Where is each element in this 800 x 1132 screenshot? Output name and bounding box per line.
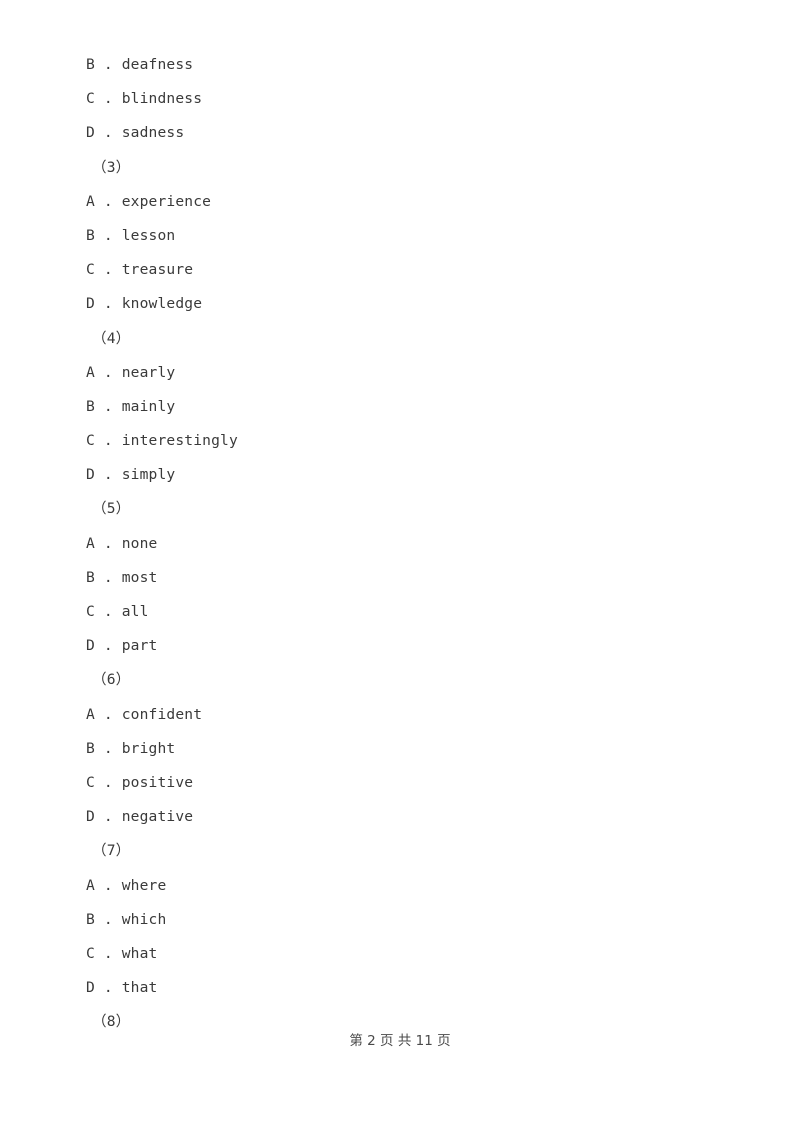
- answer-option: B . most: [86, 568, 158, 586]
- question-number: （6）: [92, 671, 131, 689]
- answer-option: B . deafness: [86, 56, 194, 73]
- answer-option: D . sadness: [86, 124, 185, 142]
- top-margin: [0, 0, 800, 48]
- answer-option: D . negative: [86, 808, 194, 826]
- question-number: （4）: [92, 329, 131, 347]
- answer-option: A . where: [86, 876, 167, 894]
- answer-option: A . none: [86, 534, 158, 552]
- page-footer: 第 2 页 共 11 页: [349, 1033, 451, 1049]
- answer-option: B . mainly: [86, 397, 176, 415]
- answer-option: D . simply: [86, 466, 176, 484]
- answer-option: B . lesson: [86, 226, 176, 244]
- question-number: （5）: [92, 500, 131, 518]
- answer-option: B . bright: [86, 739, 176, 757]
- page-content: B . deafness C . blindness D . sadness （3） A…: [0, 0, 800, 1039]
- answer-option: A . nearly: [86, 363, 176, 381]
- answer-option: C . all: [86, 603, 149, 620]
- answer-option: B . which: [86, 910, 167, 928]
- answer-option: C . blindness: [86, 90, 203, 108]
- answer-options-list: B . deafness C . blindness D . sadness （3） A…: [0, 48, 800, 1039]
- question-number: （7）: [92, 842, 131, 860]
- answer-option: C . what: [86, 944, 158, 962]
- answer-option: C . treasure: [86, 261, 194, 279]
- answer-option: D . part: [86, 637, 158, 655]
- answer-option: C . positive: [86, 773, 194, 791]
- answer-option: A . experience: [86, 192, 212, 210]
- document-page: B . deafness C . blindness D . sadness （3） A…: [0, 0, 800, 1132]
- answer-option: D . that: [86, 979, 158, 997]
- answer-option: A . confident: [86, 705, 203, 723]
- answer-option: C . interestingly: [86, 432, 238, 450]
- question-number: （3）: [92, 158, 131, 176]
- answer-option: D . knowledge: [86, 295, 203, 313]
